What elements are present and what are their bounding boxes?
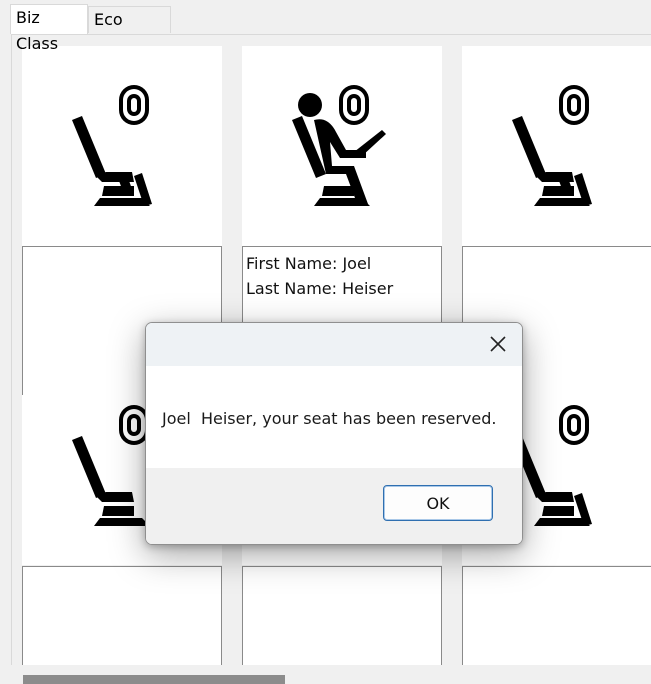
seat-image bbox=[242, 46, 442, 246]
airplane-seat-icon bbox=[72, 85, 152, 206]
ok-button[interactable]: OK bbox=[383, 485, 493, 521]
seat-card[interactable] bbox=[242, 46, 442, 246]
scrollbar-thumb[interactable] bbox=[23, 675, 285, 684]
seat-card[interactable] bbox=[462, 46, 651, 246]
passenger-info bbox=[22, 566, 222, 665]
seat-card[interactable] bbox=[22, 46, 222, 246]
passenger-info bbox=[462, 566, 651, 665]
close-icon bbox=[490, 336, 506, 352]
dialog-message: Joel Heiser, your seat has been reserved… bbox=[162, 409, 497, 428]
tab-strip: Biz Class Eco Class bbox=[0, 0, 651, 55]
dialog-close-button[interactable] bbox=[480, 327, 516, 361]
airplane-seat-icon bbox=[512, 85, 592, 206]
seat-image bbox=[22, 46, 222, 246]
last-name-text: Last Name: Heiser bbox=[246, 279, 394, 298]
dialog-title-bar bbox=[146, 323, 522, 366]
ok-button-label: OK bbox=[426, 493, 450, 513]
first-name-text: First Name: Joel bbox=[246, 254, 372, 273]
dialog-body: Joel Heiser, your seat has been reserved… bbox=[146, 366, 522, 468]
passenger-info bbox=[242, 566, 442, 665]
dialog-footer: OK bbox=[146, 468, 522, 544]
passenger-with-laptop-icon bbox=[292, 85, 386, 206]
tab-eco-class[interactable]: Eco Class bbox=[88, 6, 171, 55]
tab-label: Biz Class bbox=[16, 8, 59, 53]
tab-biz-class[interactable]: Biz Class bbox=[10, 4, 88, 53]
reservation-dialog: Joel Heiser, your seat has been reserved… bbox=[145, 322, 523, 545]
seat-image bbox=[462, 46, 651, 246]
